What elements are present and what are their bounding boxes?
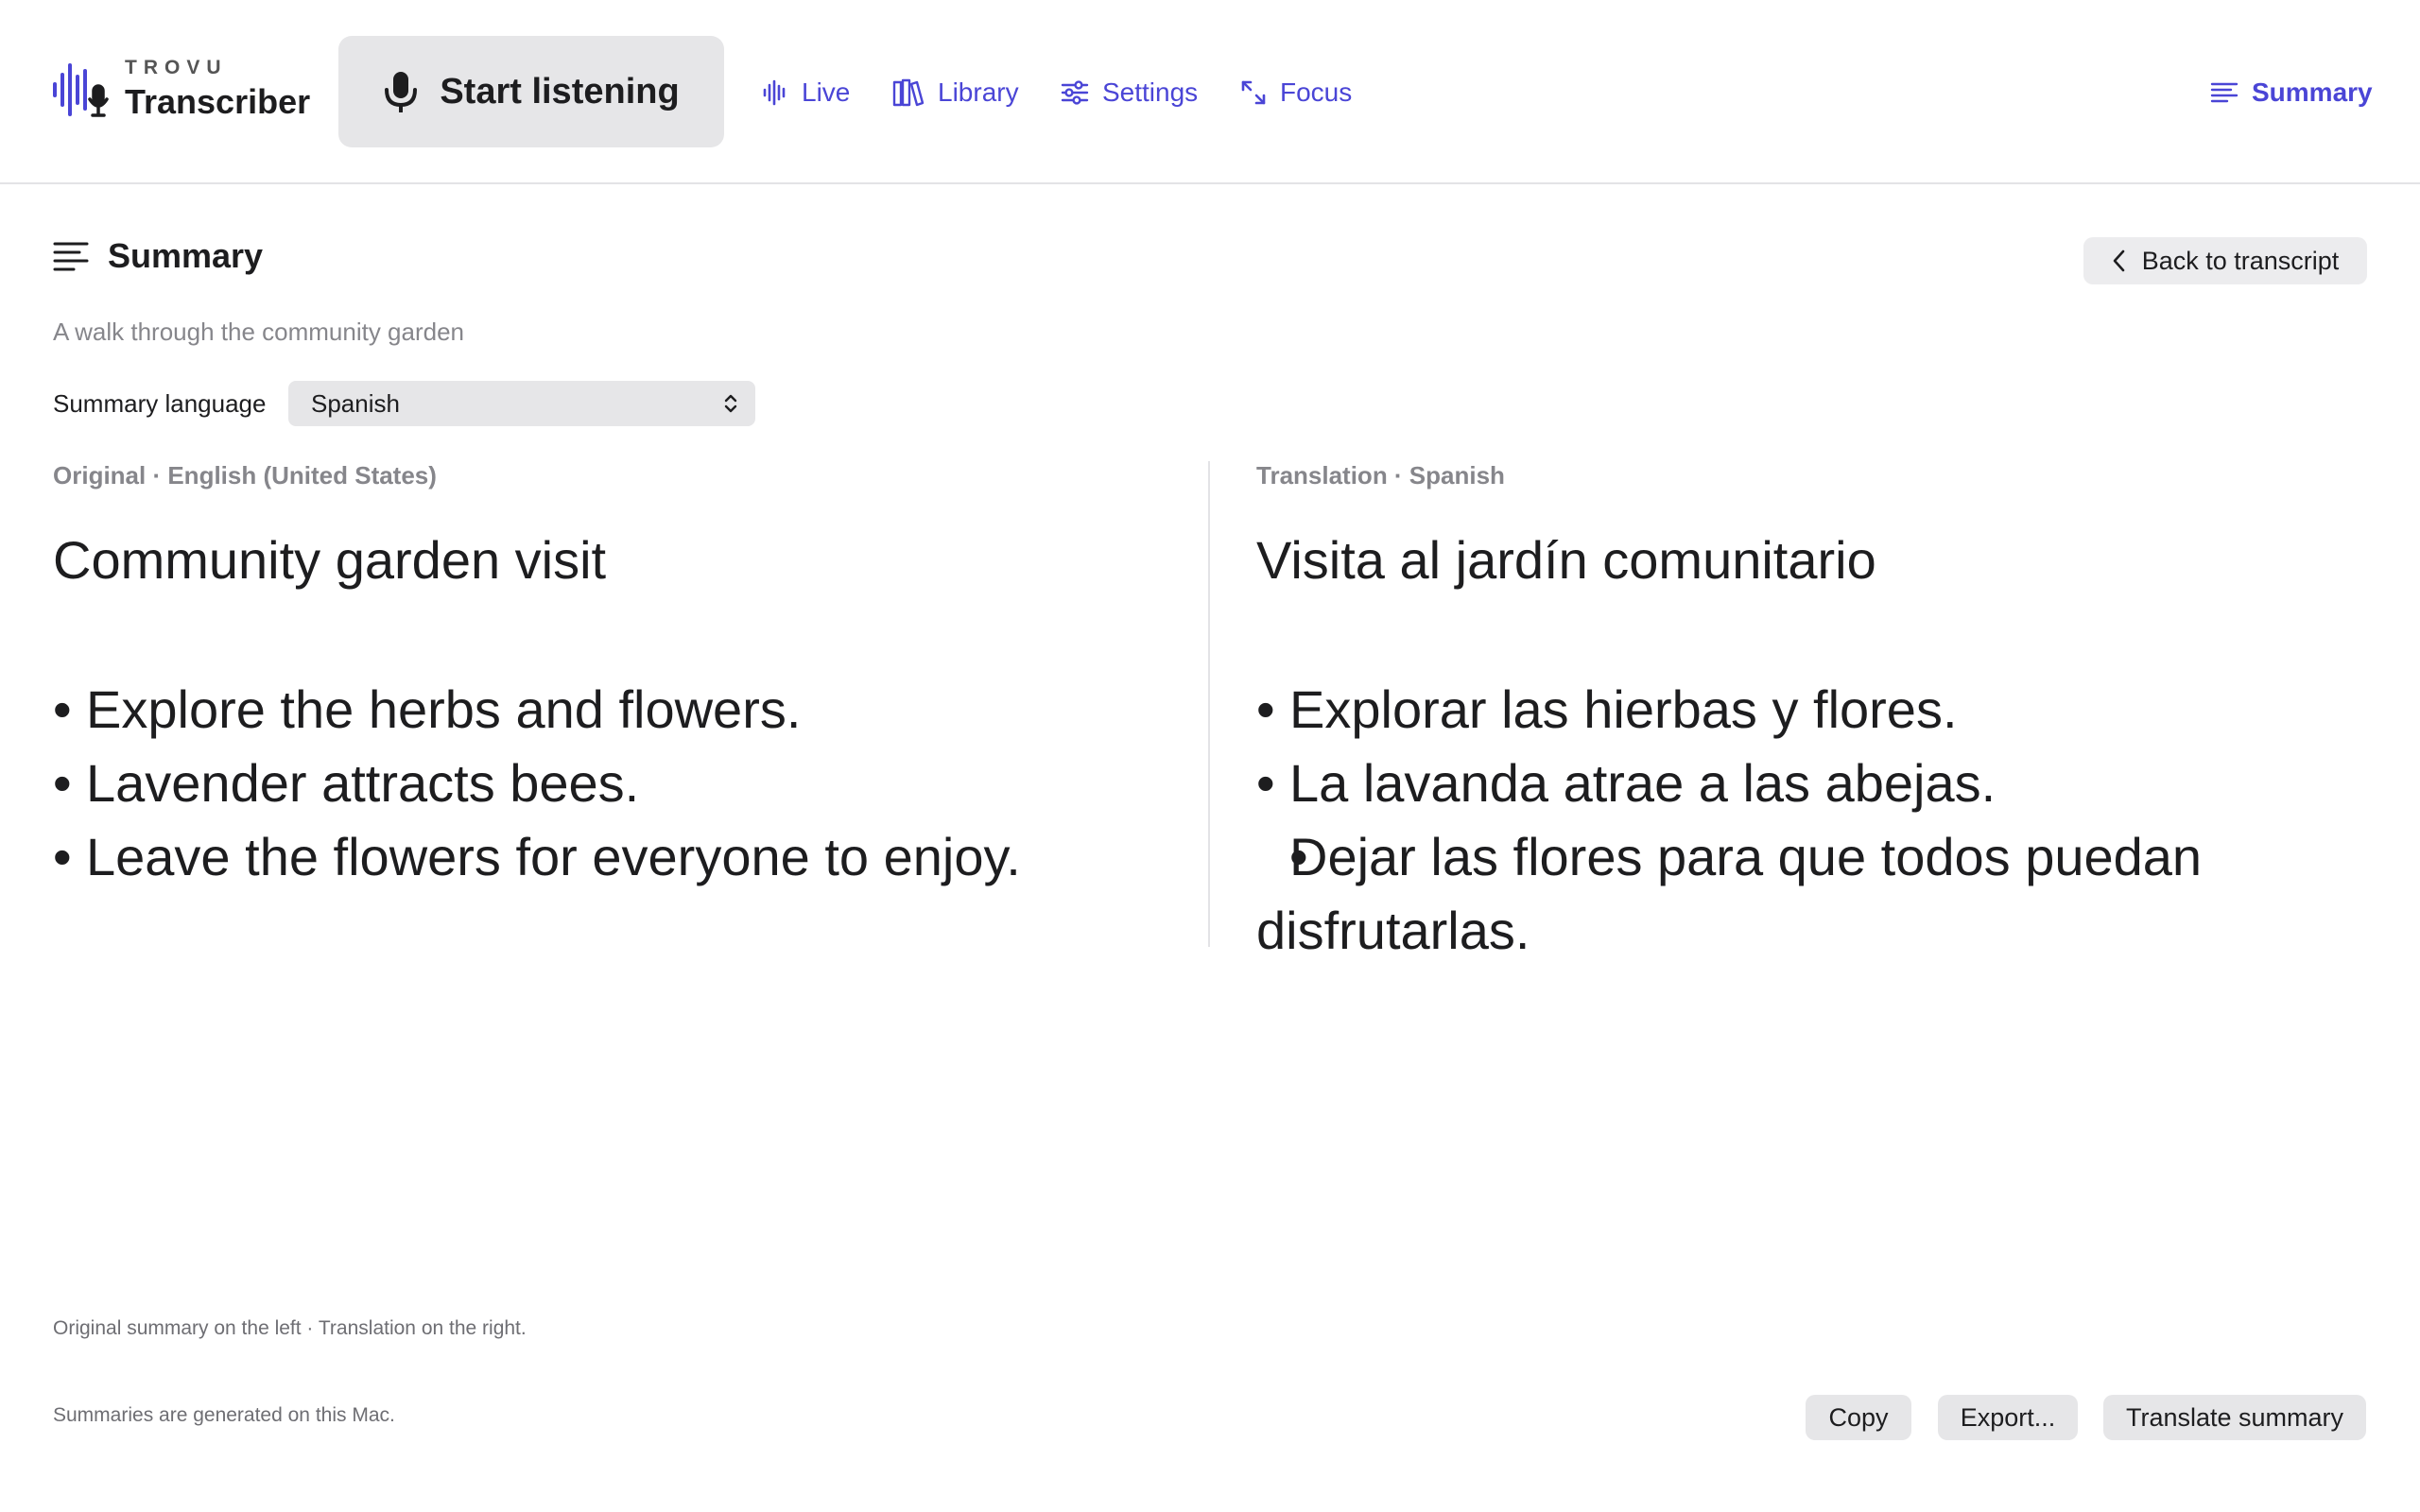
start-listening-button[interactable]: Start listening — [338, 36, 724, 147]
chevron-left-icon — [2113, 249, 2125, 272]
list-item: La lavanda atrae a las abejas. — [1256, 747, 2372, 820]
recording-subtitle: A walk through the community garden — [53, 318, 465, 346]
back-to-transcript-button[interactable]: Back to transcript — [2083, 237, 2367, 284]
start-listening-label: Start listening — [440, 71, 680, 112]
translation-label: Translation · Spanish — [1256, 461, 1505, 490]
column-divider — [1208, 461, 1210, 947]
top-bar: TROVU Transcriber Start listening Live L… — [0, 0, 2420, 184]
lines-icon — [53, 242, 89, 271]
nav-live-label: Live — [802, 77, 851, 107]
mic-icon — [385, 72, 418, 112]
summary-header: Summary — [53, 236, 263, 276]
original-bullet-list: Explore the herbs and flowers. Lavender … — [53, 673, 1187, 894]
nav-settings[interactable]: Settings — [1061, 70, 1198, 115]
nav-summary-label: Summary — [2252, 77, 2373, 107]
layout-note: Original summary on the left · Translati… — [53, 1317, 527, 1339]
original-heading: Community garden visit — [53, 530, 607, 590]
copy-button[interactable]: Copy — [1806, 1395, 1911, 1440]
summary-language-label: Summary language — [53, 389, 267, 418]
list-item: Explorar las hierbas y flores. — [1256, 673, 2372, 747]
list-item: Explore the herbs and flowers. — [53, 673, 1187, 747]
list-item: Dejar las flores para que todos puedan d… — [1256, 820, 2372, 968]
original-column: Original · English (United States) Commu… — [53, 461, 1187, 894]
updown-chevron-icon — [724, 394, 737, 413]
privacy-note: Summaries are generated on this Mac. — [53, 1404, 395, 1426]
export-label: Export... — [1960, 1402, 2056, 1432]
nav-library-label: Library — [938, 77, 1019, 107]
waveform-icon — [763, 79, 786, 106]
export-button[interactable]: Export... — [1938, 1395, 2078, 1440]
nav-settings-label: Settings — [1102, 77, 1199, 107]
summary-language-value: Spanish — [311, 388, 400, 418]
nav-focus[interactable]: Focus — [1240, 70, 1352, 115]
nav-live[interactable]: Live — [762, 70, 850, 115]
nav-summary[interactable]: Summary — [2210, 70, 2373, 115]
copy-label: Copy — [1828, 1402, 1889, 1432]
list-item: Lavender attracts bees. — [53, 747, 1187, 820]
summary-language-select[interactable]: Spanish — [288, 381, 755, 426]
translate-summary-label: Translate summary — [2125, 1402, 2344, 1432]
translation-column: Translation · Spanish Visita al jardín c… — [1256, 461, 2372, 968]
expand-icon — [1241, 80, 1266, 105]
brand: TROVU Transcriber — [51, 57, 310, 123]
back-to-transcript-label: Back to transcript — [2141, 246, 2340, 275]
brand-company: TROVU — [125, 57, 228, 78]
translation-heading: Visita al jardín comunitario — [1256, 530, 1876, 590]
brand-app-name: Transcriber — [125, 82, 311, 121]
translate-summary-button[interactable]: Translate summary — [2103, 1395, 2366, 1440]
waveform-mic-logo — [53, 63, 109, 117]
page-title: Summary — [108, 236, 264, 275]
lines-icon — [2210, 82, 2238, 103]
nav-library[interactable]: Library — [892, 70, 1019, 115]
nav-focus-label: Focus — [1280, 77, 1353, 107]
original-label: Original · English (United States) — [53, 461, 437, 490]
translation-bullet-list: Explorar las hierbas y flores. La lavand… — [1256, 673, 2372, 968]
list-item: Leave the flowers for everyone to enjoy. — [53, 820, 1187, 894]
sliders-icon — [1061, 80, 1089, 105]
library-icon — [892, 78, 925, 107]
